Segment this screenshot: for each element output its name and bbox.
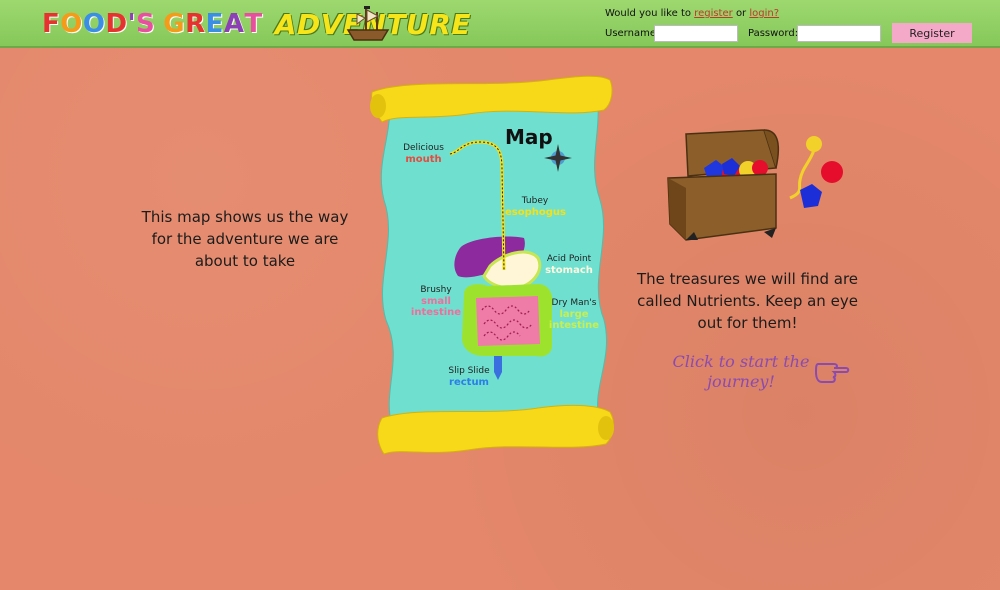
logo-letter: O — [82, 9, 106, 39]
start-journey-label: Click to start the journey! — [672, 352, 810, 391]
pointing-hand-icon — [814, 363, 850, 383]
map-label-name: Brushy — [420, 285, 452, 295]
site-header: F O O D ' S G R E A T ADVENTURE Would yo… — [0, 0, 1000, 48]
map-label-rectum: Slip Slide rectum — [440, 366, 498, 388]
map-label-name: Dry Man's — [551, 298, 597, 308]
map-title: Map — [505, 125, 553, 149]
register-button[interactable]: Register — [892, 23, 972, 43]
logo-letter: A — [223, 9, 245, 39]
login-form: Would you like to register or login? Use… — [605, 6, 995, 44]
treasure-chest-icon — [667, 129, 843, 241]
map-label-value: rectum — [449, 377, 489, 388]
map-label-value: large intestine — [548, 309, 600, 331]
pirate-ship-icon — [346, 6, 390, 41]
register-link[interactable]: register — [694, 8, 733, 19]
map-label-name: Delicious — [403, 143, 444, 153]
map-label-value: stomach — [545, 265, 593, 276]
map-label-large-intestine: Dry Man's large intestine — [546, 298, 602, 331]
login-link[interactable]: login? — [749, 8, 779, 19]
logo-letter: O — [60, 9, 83, 39]
prompt-text: Would you like to — [605, 8, 691, 19]
password-input[interactable] — [797, 25, 881, 42]
map-label-value: mouth — [405, 154, 442, 165]
site-logo[interactable]: F O O D ' S G R E A T ADVENTURE — [42, 4, 471, 44]
logo-letter: R — [185, 9, 206, 39]
logo-letter: T — [244, 9, 263, 39]
login-prompt: Would you like to register or login? — [605, 8, 779, 19]
logo-letter: F — [42, 9, 61, 39]
logo-letter: S — [136, 9, 156, 39]
map-description: This map shows us the way for the advent… — [141, 208, 349, 270]
username-input[interactable] — [654, 25, 738, 42]
logo-letter: D — [105, 9, 128, 39]
map-label-value: esophogus — [505, 207, 566, 218]
map-label-name: Tubey — [521, 196, 549, 206]
password-label: Password: — [748, 28, 799, 39]
map-label-small-intestine: Brushy small intestine — [410, 285, 462, 318]
map-label-name: Slip Slide — [448, 366, 490, 376]
start-journey-button[interactable]: Click to start the journey! — [670, 352, 850, 398]
map-label-value: small intestine — [410, 296, 462, 318]
map-label-esophagus: Tubey esophogus — [505, 196, 566, 218]
logo-letter: E — [205, 9, 224, 39]
nutrients-description: The treasures we will find are called Nu… — [636, 270, 859, 332]
logo-letter: ' — [127, 9, 137, 39]
logo-letter: G — [163, 9, 186, 39]
map-label-stomach: Acid Point stomach — [538, 254, 600, 276]
prompt-or: or — [735, 8, 747, 19]
map-label-mouth: Delicious mouth — [396, 143, 451, 165]
username-label: Username: — [605, 28, 660, 39]
map-label-name: Acid Point — [546, 254, 592, 264]
